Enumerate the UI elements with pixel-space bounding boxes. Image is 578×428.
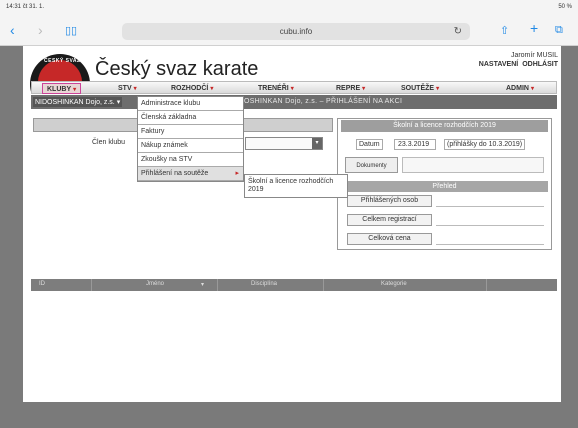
url-bar[interactable]: cubu.info ↻	[122, 23, 470, 40]
date-label: Datum	[356, 139, 383, 150]
chevron-down-icon[interactable]: ▾	[312, 138, 322, 149]
menu-repre[interactable]: REPRE ▾	[332, 83, 369, 94]
col-category[interactable]: Kategorie	[381, 281, 407, 287]
date-value: 23.3.2019	[394, 139, 436, 150]
status-battery: 50 %	[558, 4, 572, 10]
menu-souteze[interactable]: SOUTĚŽE ▾	[397, 83, 443, 94]
settings-link[interactable]: NASTAVENÍ	[479, 61, 518, 68]
total-price-value	[436, 233, 544, 245]
new-tab-icon[interactable]: +	[530, 20, 538, 36]
menu-item-clenska-zakladna[interactable]: Členská základna	[138, 111, 243, 125]
user-name: Jaromír MUSIL	[510, 52, 558, 59]
browser-toolbar: ‹ › ▯▯ cubu.info ↻ ⇧ + ⧉	[0, 14, 578, 46]
logout-link[interactable]: ODHLÁSIT	[522, 61, 558, 68]
menu-item-faktury[interactable]: Faktury	[138, 125, 243, 139]
user-box: Jaromír MUSIL NASTAVENÍ ODHLÁSIT	[475, 51, 558, 69]
member-label: Člen klubu	[92, 139, 126, 146]
member-select[interactable]: ▾	[245, 137, 323, 150]
menu-item-zkousky[interactable]: Zkoušky na STV	[138, 153, 243, 167]
total-registrations-value	[436, 214, 544, 226]
menu-admin[interactable]: ADMIN ▾	[502, 83, 538, 94]
event-title: Školní a licence rozhodčích 2019	[341, 120, 548, 132]
col-name[interactable]: Jméno	[146, 281, 164, 287]
club-bar: NIDOSHINKAN Dojo, z.s. ▾ NIDOSHINKAN Doj…	[31, 95, 557, 109]
back-icon[interactable]: ‹	[10, 22, 15, 38]
submenu-item-skoleni[interactable]: Školní a licence rozhodčích 2019	[244, 174, 348, 198]
share-icon[interactable]: ⇧	[500, 24, 509, 37]
col-discipline[interactable]: Disciplína	[251, 281, 277, 287]
tabs-icon[interactable]: ⧉	[555, 24, 563, 37]
registered-count-value	[436, 195, 544, 207]
deadline-note: (přihlášky do 10.3.2019)	[444, 139, 526, 150]
sort-icon[interactable]: ▾	[201, 281, 204, 288]
menu-item-nakup-znamek[interactable]: Nákup známek	[138, 139, 243, 153]
documents-field	[402, 157, 544, 173]
submenu-arrow-icon: ▸	[235, 170, 239, 177]
kluby-dropdown: Administrace klubu Členská základna Fakt…	[137, 96, 244, 182]
bookmarks-icon[interactable]: ▯▯	[65, 24, 77, 37]
url-text: cubu.info	[279, 27, 313, 36]
menu-stv[interactable]: STV ▾	[114, 83, 141, 94]
documents-button[interactable]: Dokumenty	[345, 157, 398, 173]
club-select[interactable]: NIDOSHINKAN Dojo, z.s. ▾	[33, 97, 123, 107]
menu-item-prihlaseni[interactable]: Přihlášení na soutěže ▸	[138, 167, 243, 181]
total-price-label: Celková cena	[347, 233, 432, 245]
club-header: NIDOSHINKAN Dojo, z.s. – PŘIHLÁŠENÍ NA A…	[231, 98, 403, 105]
menu-treneri[interactable]: TRENÉŘI ▾	[254, 83, 298, 94]
status-bar: 14:31 čt 31. 1. 50 %	[0, 0, 578, 14]
col-id[interactable]: ID	[39, 281, 45, 287]
site-title: Český svaz karate	[95, 58, 259, 80]
menu-kluby[interactable]: KLUBY ▾	[42, 83, 82, 94]
status-time: 14:31 čt 31. 1.	[6, 4, 45, 10]
table-header: ID Jméno ▾ Disciplína Kategorie	[31, 279, 557, 291]
reload-icon[interactable]: ↻	[454, 23, 462, 40]
main-menu: KLUBY ▾ STV ▾ ROZHODČÍ ▾ TRENÉŘI ▾ REPRE ▾ SO…	[31, 81, 557, 94]
registered-count-label: Přihlášených osob	[347, 195, 432, 207]
total-registrations-label: Celkem registrací	[347, 214, 432, 226]
forward-icon[interactable]: ›	[38, 22, 43, 38]
menu-item-administrace[interactable]: Administrace klubu	[138, 97, 243, 111]
summary-title: Přehled	[341, 181, 548, 192]
menu-rozhodci[interactable]: ROZHODČÍ ▾	[167, 83, 217, 94]
